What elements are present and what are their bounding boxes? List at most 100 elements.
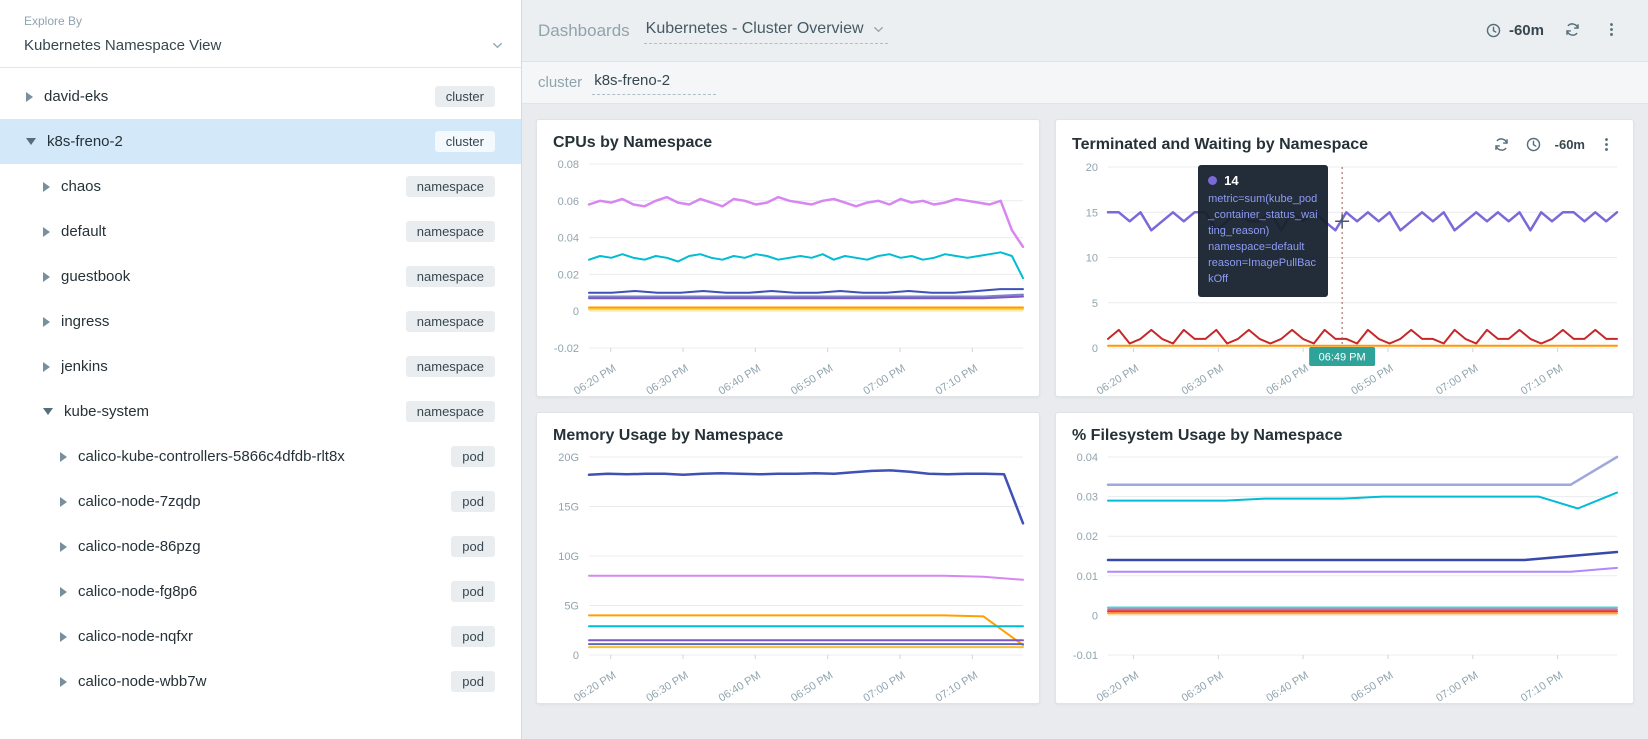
expand-icon[interactable]: [43, 182, 50, 192]
expand-icon[interactable]: [43, 362, 50, 372]
svg-text:15G: 15G: [558, 502, 579, 514]
tree-item-label: kube-system: [64, 403, 396, 420]
kebab-icon: [1603, 21, 1620, 41]
svg-text:0.02: 0.02: [1077, 531, 1098, 543]
svg-text:06:50 PM: 06:50 PM: [789, 362, 835, 396]
card-header: % Filesystem Usage by Namespace: [1056, 413, 1633, 447]
sidebar: Explore By Kubernetes Namespace View dav…: [0, 0, 522, 739]
svg-text:06:20 PM: 06:20 PM: [1095, 669, 1141, 703]
entity-type-badge: namespace: [406, 401, 495, 422]
card-time-range[interactable]: -60m: [1555, 137, 1585, 152]
card-clock-button[interactable]: [1523, 134, 1544, 155]
more-options-button[interactable]: [1601, 19, 1622, 43]
card-filesystem-usage-by-namespace: % Filesystem Usage by Namespace-0.0100.0…: [1055, 412, 1634, 704]
tree-item-ingress[interactable]: ingressnamespace: [0, 299, 521, 344]
svg-text:10G: 10G: [558, 551, 579, 563]
card-controls: -60m: [1491, 134, 1617, 155]
svg-text:0: 0: [573, 650, 579, 662]
refresh-button[interactable]: [1562, 19, 1583, 43]
time-range-control[interactable]: -60m: [1485, 22, 1544, 39]
tree-item-calico-kube-controllers-5866c4dfdb-rlt8x[interactable]: calico-kube-controllers-5866c4dfdb-rlt8x…: [0, 434, 521, 479]
svg-text:10: 10: [1086, 253, 1098, 265]
view-selector[interactable]: Kubernetes Namespace View: [24, 37, 505, 54]
collapse-icon[interactable]: [43, 408, 53, 415]
tree-item-k8s-freno-2[interactable]: k8s-freno-2cluster: [0, 119, 521, 164]
svg-text:20: 20: [1086, 162, 1098, 174]
entity-type-badge: namespace: [406, 176, 495, 197]
svg-text:0: 0: [1092, 343, 1098, 355]
chart-svg: -0.0100.010.020.030.0406:20 PM06:30 PM06…: [1056, 447, 1633, 703]
tree-item-chaos[interactable]: chaos namespace: [0, 164, 521, 209]
chart-plot-area[interactable]: 0510152006:20 PM06:30 PM06:40 PM06:50 PM…: [1056, 157, 1633, 396]
expand-icon[interactable]: [43, 227, 50, 237]
tree-item-kube-system[interactable]: kube-system namespace: [0, 389, 521, 434]
entity-type-badge: pod: [451, 581, 495, 602]
card-header: CPUs by Namespace: [537, 120, 1039, 154]
entity-type-badge: pod: [451, 491, 495, 512]
card-memory-usage-by-namespace: Memory Usage by Namespace05G10G15G20G06:…: [536, 412, 1040, 704]
svg-text:06:30 PM: 06:30 PM: [644, 669, 690, 703]
chart-plot-area[interactable]: -0.0200.020.040.060.0806:20 PM06:30 PM06…: [537, 154, 1039, 396]
svg-text:06:30 PM: 06:30 PM: [1180, 669, 1226, 703]
svg-text:15: 15: [1086, 207, 1098, 219]
svg-text:07:10 PM: 07:10 PM: [934, 362, 980, 396]
svg-text:0.01: 0.01: [1077, 571, 1098, 583]
svg-text:07:00 PM: 07:00 PM: [1434, 362, 1480, 396]
svg-text:0.03: 0.03: [1077, 492, 1098, 504]
header-controls: -60m: [1485, 19, 1622, 43]
svg-text:06:30 PM: 06:30 PM: [644, 362, 690, 396]
svg-text:06:40 PM: 06:40 PM: [717, 362, 763, 396]
entity-type-badge: pod: [451, 626, 495, 647]
expand-icon[interactable]: [60, 587, 67, 597]
expand-icon[interactable]: [60, 632, 67, 642]
tree-item-calico-node-fg8p6[interactable]: calico-node-fg8p6pod: [0, 569, 521, 614]
card-refresh-button[interactable]: [1491, 134, 1512, 155]
svg-text:0: 0: [1092, 610, 1098, 622]
chart-plot-area[interactable]: 05G10G15G20G06:20 PM06:30 PM06:40 PM06:5…: [537, 447, 1039, 703]
scope-value[interactable]: k8s-freno-2: [592, 70, 716, 95]
app-root: Explore By Kubernetes Namespace View dav…: [0, 0, 1648, 739]
svg-text:06:50 PM: 06:50 PM: [789, 669, 835, 703]
svg-text:0.06: 0.06: [558, 196, 579, 208]
svg-text:07:10 PM: 07:10 PM: [1519, 669, 1565, 703]
chart-title: % Filesystem Usage by Namespace: [1072, 427, 1617, 445]
explore-by-label: Explore By: [24, 14, 505, 28]
tree-item-label: calico-node-wbb7w: [78, 673, 441, 690]
expand-icon[interactable]: [43, 272, 50, 282]
collapse-icon[interactable]: [26, 138, 36, 145]
expand-icon[interactable]: [43, 317, 50, 327]
card-cpus-by-namespace: CPUs by Namespace-0.0200.020.040.060.080…: [536, 119, 1040, 397]
expand-icon[interactable]: [60, 677, 67, 687]
tree-item-calico-node-nqfxr[interactable]: calico-node-nqfxrpod: [0, 614, 521, 659]
tree-item-label: chaos: [61, 178, 396, 195]
svg-text:07:10 PM: 07:10 PM: [934, 669, 980, 703]
tree-item-jenkins[interactable]: jenkinsnamespace: [0, 344, 521, 389]
refresh-icon: [1564, 21, 1581, 41]
svg-text:07:00 PM: 07:00 PM: [861, 362, 907, 396]
dashboard-header: Dashboards Kubernetes - Cluster Overview…: [522, 0, 1648, 62]
tree-item-label: default: [61, 223, 396, 240]
svg-text:06:20 PM: 06:20 PM: [572, 362, 618, 396]
svg-text:0: 0: [573, 306, 579, 318]
entity-tree[interactable]: david-eksclusterk8s-freno-2clusterchaosn…: [0, 68, 521, 739]
tree-item-calico-node-86pzg[interactable]: calico-node-86pzgpod: [0, 524, 521, 569]
expand-icon[interactable]: [60, 542, 67, 552]
chevron-down-icon: [871, 22, 886, 37]
expand-icon[interactable]: [60, 497, 67, 507]
expand-icon[interactable]: [60, 452, 67, 462]
tree-item-calico-node-7zqdp[interactable]: calico-node-7zqdppod: [0, 479, 521, 524]
svg-text:20G: 20G: [558, 452, 579, 464]
expand-icon[interactable]: [26, 92, 33, 102]
card-header: Memory Usage by Namespace: [537, 413, 1039, 447]
tree-item-guestbook[interactable]: guestbooknamespace: [0, 254, 521, 299]
tree-item-calico-node-wbb7w[interactable]: calico-node-wbb7wpod: [0, 659, 521, 704]
card-terminated-and-waiting-by-namespace: Terminated and Waiting by Namespace-60m0…: [1055, 119, 1634, 397]
chart-plot-area[interactable]: -0.0100.010.020.030.0406:20 PM06:30 PM06…: [1056, 447, 1633, 703]
tree-item-default[interactable]: defaultnamespace: [0, 209, 521, 254]
tree-item-david-eks[interactable]: david-ekscluster: [0, 74, 521, 119]
dashboard-selector[interactable]: Kubernetes - Cluster Overview: [644, 17, 888, 44]
card-more-button[interactable]: [1596, 134, 1617, 155]
dashboard-selector-value: Kubernetes - Cluster Overview: [646, 20, 864, 38]
svg-text:0.04: 0.04: [1077, 452, 1098, 464]
time-range-value: -60m: [1509, 22, 1544, 39]
